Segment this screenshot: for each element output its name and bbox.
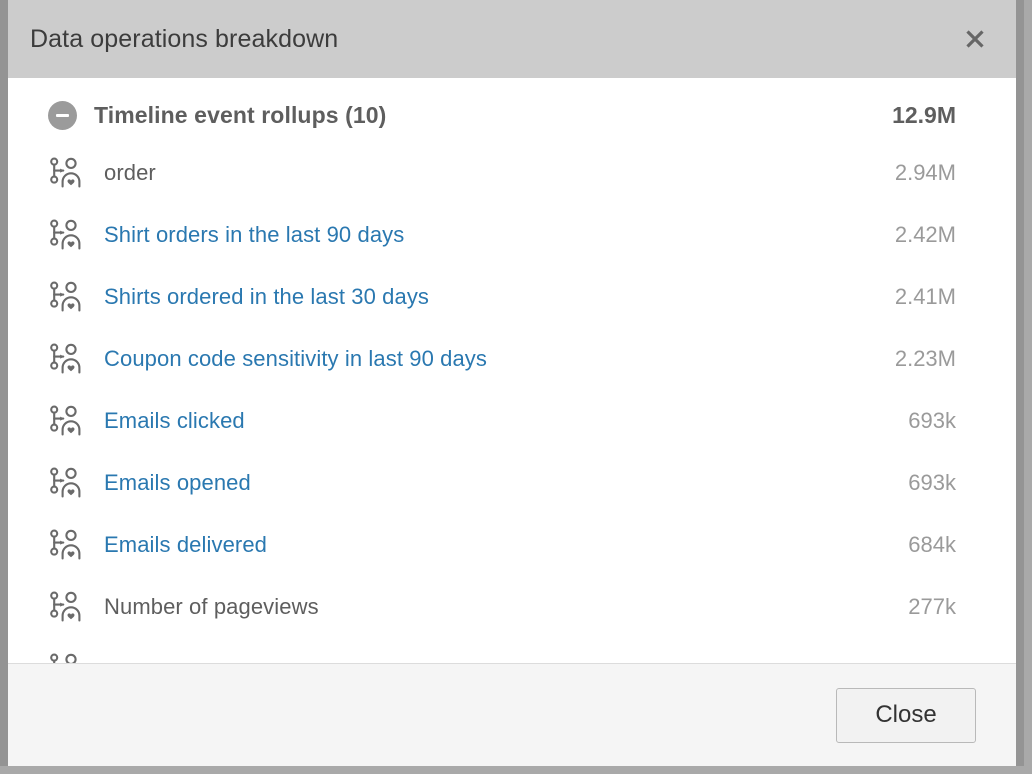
- row-value: 693k: [908, 470, 956, 495]
- table-row[interactable]: Emails opened 693k: [8, 452, 1016, 514]
- row-value: 693k: [908, 408, 956, 433]
- close-x-icon[interactable]: [958, 22, 992, 56]
- row-label-link[interactable]: Emails clicked: [104, 408, 908, 434]
- row-label-link[interactable]: Emails opened: [104, 470, 908, 496]
- screen: Data operations breakdown Timeline event: [0, 0, 1032, 774]
- table-row[interactable]: Shirts ordered in the last 30 days 2.41M: [8, 266, 1016, 328]
- dialog-body: Timeline event rollups (10) 12.9M order 2…: [8, 78, 1016, 663]
- close-button[interactable]: Close: [836, 687, 976, 743]
- row-label: order: [104, 160, 156, 185]
- timeline-event-person-icon: [48, 587, 88, 627]
- minus-bar: [56, 113, 69, 117]
- row-value: 2.94M: [894, 160, 956, 185]
- table-row[interactable]: [8, 638, 1016, 663]
- timeline-event-person-icon: [48, 649, 88, 663]
- breakdown-scroll-area[interactable]: Timeline event rollups (10) 12.9M order 2…: [8, 78, 1016, 663]
- table-row[interactable]: Emails delivered 684k: [8, 514, 1016, 576]
- table-row[interactable]: order 2.94M: [8, 142, 1016, 204]
- page-title: Data operations breakdown: [30, 24, 339, 53]
- table-row[interactable]: Number of pageviews 277k: [8, 576, 1016, 638]
- group-total-value: 12.9M: [892, 101, 956, 128]
- row-label: Number of pageviews: [104, 594, 319, 619]
- table-row[interactable]: Shirt orders in the last 90 days 2.42M: [8, 204, 1016, 266]
- data-operations-breakdown-dialog: Data operations breakdown Timeline event: [8, 0, 1016, 766]
- row-value: 2.41M: [894, 284, 956, 309]
- timeline-event-person-icon: [48, 339, 88, 379]
- breakdown-list: order 2.94M Shirt orders in the last 90 d…: [8, 142, 1016, 663]
- dialog-footer: Close: [8, 663, 1016, 766]
- minus-circle-icon[interactable]: [48, 100, 77, 130]
- row-label-link[interactable]: Emails delivered: [104, 532, 908, 558]
- group-header-row[interactable]: Timeline event rollups (10) 12.9M: [8, 88, 1016, 142]
- group-label: Timeline event rollups (10): [94, 101, 387, 128]
- timeline-event-person-icon: [48, 401, 88, 441]
- timeline-event-person-icon: [48, 463, 88, 503]
- row-value: 277k: [908, 594, 956, 619]
- row-value: 2.42M: [894, 222, 956, 247]
- timeline-event-person-icon: [48, 277, 88, 317]
- dialog-header: Data operations breakdown: [8, 0, 1016, 78]
- row-label-link[interactable]: Shirt orders in the last 90 days: [104, 222, 895, 248]
- timeline-event-person-icon: [48, 525, 88, 565]
- row-value: 684k: [908, 532, 956, 557]
- row-value: 2.23M: [894, 346, 956, 371]
- table-row[interactable]: Emails clicked 693k: [8, 390, 1016, 452]
- timeline-event-person-icon: [48, 215, 88, 255]
- table-row[interactable]: Coupon code sensitivity in last 90 days 2…: [8, 328, 1016, 390]
- window-frame: Data operations breakdown Timeline event: [0, 0, 1024, 766]
- timeline-event-person-icon: [48, 153, 88, 193]
- row-label-link[interactable]: Shirts ordered in the last 30 days: [104, 284, 895, 310]
- row-label-link[interactable]: Coupon code sensitivity in last 90 days: [104, 346, 895, 372]
